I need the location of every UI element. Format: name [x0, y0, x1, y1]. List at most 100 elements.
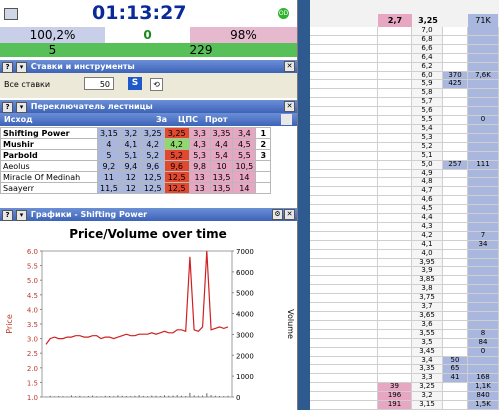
ladder-grid-row[interactable]: 3,3 41 168: [310, 374, 499, 384]
ladder-grid-tv-cell[interactable]: [378, 27, 412, 36]
ladder-grid-back-cell[interactable]: [443, 214, 468, 223]
ladder-grid-back-cell[interactable]: [443, 205, 468, 215]
ladder-grid-vol-cell[interactable]: [468, 124, 499, 134]
ladder-grid-vol-cell[interactable]: 168: [468, 374, 499, 384]
ladder-grid-back-cell[interactable]: [443, 107, 468, 117]
ladder-price-cell[interactable]: 13,5: [209, 182, 234, 194]
ladder-price-cell[interactable]: 9,6: [163, 160, 190, 172]
ladder-grid-row[interactable]: 3,85: [310, 276, 499, 286]
ladder-grid-back-cell[interactable]: [443, 187, 468, 197]
ladder-grid-row[interactable]: 3,8: [310, 285, 499, 295]
ladder-grid-tv-cell[interactable]: [378, 312, 412, 321]
ladder-grid-price-cell[interactable]: 3,85: [412, 276, 443, 286]
ladder-grid-vol-cell[interactable]: [468, 107, 499, 117]
ladder-price-cell[interactable]: 12: [119, 171, 142, 183]
ladder-price-cell[interactable]: 12,5: [140, 171, 165, 183]
close-icon[interactable]: ✕: [284, 61, 295, 72]
ladder-grid-price-cell[interactable]: 4,3: [412, 222, 443, 232]
ladder-grid-vol-cell[interactable]: [468, 98, 499, 108]
runner-name[interactable]: Aeolus: [0, 160, 98, 172]
ladder-grid-tv-cell[interactable]: [378, 231, 412, 241]
ladder-grid-back-cell[interactable]: [443, 124, 468, 134]
ladder-price-cell[interactable]: 13: [188, 182, 211, 194]
ladder-grid-back-cell[interactable]: [443, 231, 468, 241]
ladder-price-cell[interactable]: 3,3: [188, 127, 211, 139]
ladder-grid-price-cell[interactable]: 3,15: [412, 401, 443, 410]
ladder-grid-row[interactable]: 3,9: [310, 267, 499, 277]
ladder-grid-vol-cell[interactable]: [468, 151, 499, 161]
ladder-row[interactable]: Aeolus 9,2 9,4 9,6 9,6 9,8 10 10,5: [0, 160, 272, 172]
ladder-grid-price-cell[interactable]: 6,8: [412, 35, 443, 45]
ladder-grid-price-cell[interactable]: 6,6: [412, 44, 443, 54]
stake-input[interactable]: 50: [84, 77, 114, 90]
ladder-grid-tv-cell[interactable]: [378, 160, 412, 170]
ladder-grid-price-cell[interactable]: 3,75: [412, 294, 443, 304]
ladder-grid-back-cell[interactable]: [443, 53, 468, 63]
ladder-grid-row[interactable]: 7,0: [310, 27, 499, 36]
ladder-grid-row[interactable]: 4,4: [310, 214, 499, 223]
ladder-grid-price-cell[interactable]: 3,25: [412, 383, 443, 393]
ladder-grid-row[interactable]: 4,3: [310, 222, 499, 232]
ladder-grid-vol-cell[interactable]: [468, 196, 499, 206]
ladder-grid-price-cell[interactable]: 6,4: [412, 53, 443, 63]
ladder-grid-tv-cell[interactable]: [378, 71, 412, 81]
ladder-grid-back-cell[interactable]: [443, 240, 468, 250]
ladder-grid-row[interactable]: 6,2: [310, 62, 499, 72]
ladder-row[interactable]: Shifting Power 3,15 3,2 3,25 3,25 3,3 3,35 3,4 1: [0, 127, 272, 139]
ladder-grid-vol-cell[interactable]: [468, 303, 499, 313]
ladder-grid-price-cell[interactable]: 4,4: [412, 214, 443, 223]
ladder-grid-row[interactable]: 4,5: [310, 205, 499, 215]
ladder-grid-price-cell[interactable]: 5,1: [412, 151, 443, 161]
ladder-price-cell[interactable]: 13: [188, 171, 211, 183]
ladder-grid-row[interactable]: 191 3,15 1,5K: [310, 401, 499, 410]
ladder-grid-back-cell[interactable]: [443, 35, 468, 45]
ladder-grid-back-cell[interactable]: [443, 320, 468, 330]
collapse-icon[interactable]: ▾: [16, 210, 27, 221]
ladder-price-cell[interactable]: 4,2: [163, 138, 190, 150]
ladder-grid-row[interactable]: 5,6: [310, 107, 499, 117]
ladder-grid-vol-cell[interactable]: [468, 320, 499, 330]
ladder-grid-back-cell[interactable]: [443, 401, 468, 410]
ladder-grid-vol-cell[interactable]: [468, 27, 499, 36]
grid-view-icon[interactable]: [281, 114, 292, 125]
ladder-price-cell[interactable]: 5,4: [209, 149, 234, 161]
ladder-price-cell[interactable]: 3,2: [119, 127, 142, 139]
ladder-grid-tv-cell[interactable]: [378, 285, 412, 295]
ladder-grid-row[interactable]: 5,8: [310, 89, 499, 99]
ladder-grid-vol-cell[interactable]: [468, 133, 499, 143]
ladder-grid-price-cell[interactable]: 3,2: [412, 392, 443, 402]
ladder-row[interactable]: Parbold 5 5,1 5,2 5,2 5,3 5,4 5,5 3: [0, 149, 272, 161]
ladder-grid-row[interactable]: 4,7: [310, 187, 499, 197]
ladder-grid-price-cell[interactable]: 7,0: [412, 27, 443, 36]
ladder-grid-back-cell[interactable]: [443, 258, 468, 268]
ladder-grid-tv-cell[interactable]: [378, 187, 412, 197]
ladder-grid-vol-cell[interactable]: [468, 356, 499, 366]
ladder-grid-row[interactable]: 3,55 8: [310, 329, 499, 339]
collapse-icon[interactable]: ▾: [16, 102, 27, 113]
ladder-grid-price-cell[interactable]: 3,95: [412, 258, 443, 268]
ladder-grid-price-cell[interactable]: 3,3: [412, 374, 443, 384]
ladder-price-cell[interactable]: 12,5: [163, 182, 190, 194]
ladder-grid-back-cell[interactable]: [443, 169, 468, 179]
ladder-price-cell[interactable]: 9,8: [188, 160, 211, 172]
ladder-row[interactable]: Mushir 4 4,1 4,2 4,2 4,3 4,4 4,5 2: [0, 138, 272, 150]
ladder-grid-vol-cell[interactable]: [468, 187, 499, 197]
monitor-icon[interactable]: [4, 8, 18, 20]
ladder-grid-tv-cell[interactable]: [378, 356, 412, 366]
ladder-grid-price-cell[interactable]: 3,8: [412, 285, 443, 295]
ladder-grid-row[interactable]: 5,3: [310, 133, 499, 143]
ladder-price-cell[interactable]: 9,4: [119, 160, 142, 172]
ladder-grid-tv-cell[interactable]: 39: [378, 383, 412, 393]
ladder-price-cell[interactable]: 4,4: [209, 138, 234, 150]
ladder-grid-tv-cell[interactable]: [378, 303, 412, 313]
ladder-grid-back-cell[interactable]: 425: [443, 80, 468, 90]
ladder-price-cell[interactable]: 4,3: [188, 138, 211, 150]
ladder-grid-row[interactable]: 3,6: [310, 320, 499, 330]
ladder-grid-row[interactable]: 196 3,2 840: [310, 392, 499, 402]
ladder-grid-back-cell[interactable]: 257: [443, 160, 468, 170]
ladder-grid-row[interactable]: 3,450: [310, 356, 499, 366]
ladder-row[interactable]: Miracle Of Medinah 11 12 12,5 12,5 13 13,5 14: [0, 171, 272, 183]
ladder-grid-row[interactable]: 4,6: [310, 196, 499, 206]
runner-name[interactable]: Parbold: [0, 149, 98, 161]
ladder-grid-price-cell[interactable]: 3,5: [412, 338, 443, 348]
